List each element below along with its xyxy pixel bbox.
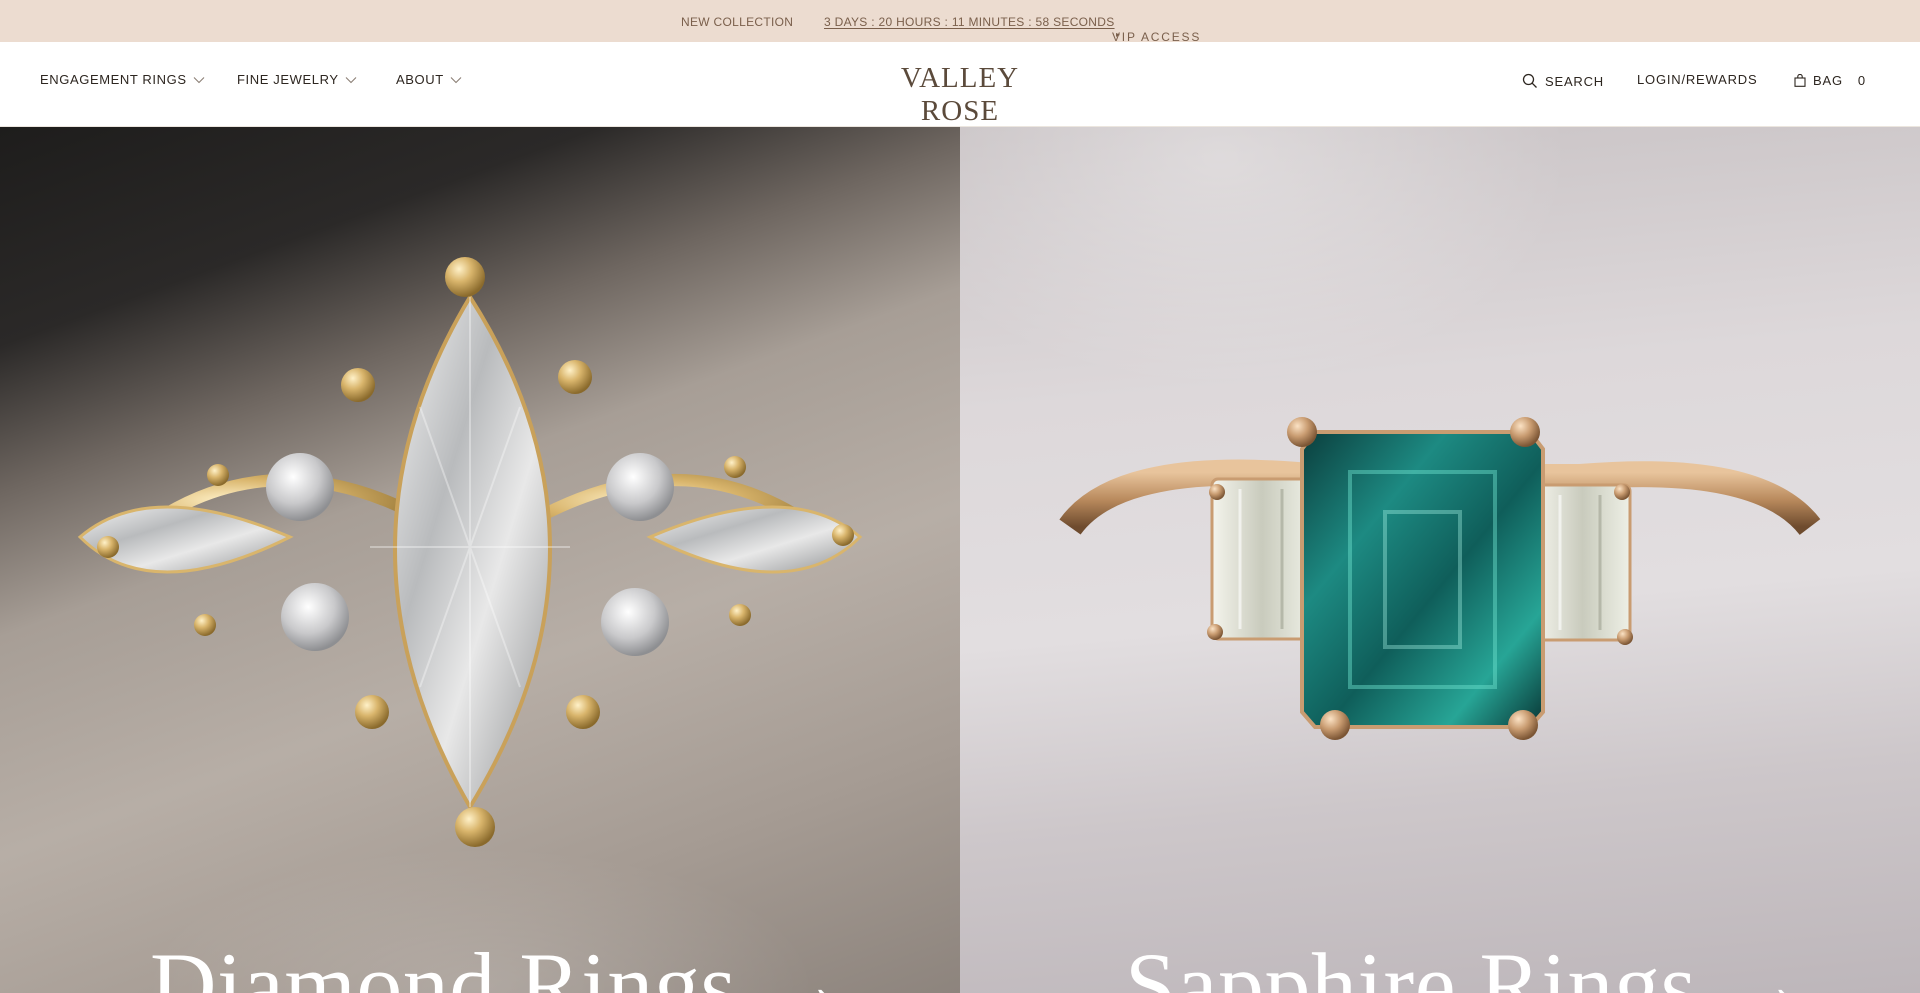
chevron-down-icon [450, 76, 462, 83]
nav-fine-jewelry[interactable]: FINE JEWELRY [237, 72, 357, 87]
diamond-rings-link[interactable]: Diamond Rings → [150, 932, 853, 993]
site-header: ENGAGEMENT RINGS FINE JEWELRY ABOUT VALL… [0, 42, 1920, 127]
sapphire-ring-image [1059, 417, 1821, 740]
nav-engagement-rings-label: ENGAGEMENT RINGS [40, 72, 187, 87]
brand-logo[interactable]: VALLEY ROSE [860, 62, 1060, 128]
shopping-bag-icon [1794, 74, 1806, 87]
diamond-ring-image [77, 257, 863, 847]
sapphire-rings-panel[interactable]: Sapphire Rings → [960, 127, 1920, 993]
nav-fine-jewelry-label: FINE JEWELRY [237, 72, 339, 87]
sapphire-rings-link[interactable]: Sapphire Rings → [1125, 932, 1813, 993]
nav-about-label: ABOUT [396, 72, 444, 87]
nav-engagement-rings[interactable]: ENGAGEMENT RINGS [40, 72, 205, 87]
countdown-link[interactable]: 3 DAYS : 20 HOURS : 11 MINUTES : 58 SECO… [824, 15, 1115, 29]
chevron-down-icon [193, 76, 204, 83]
login-rewards-link[interactable]: LOGIN/REWARDS [1637, 72, 1757, 87]
bag-button[interactable]: BAG 0 [1794, 73, 1866, 88]
search-button[interactable]: SEARCH [1522, 73, 1604, 89]
caret-right-icon: ▸ [1116, 30, 1122, 39]
diamond-rings-panel[interactable]: Diamond Rings → [0, 127, 960, 993]
nav-about[interactable]: ABOUT [396, 72, 462, 87]
announcement-bar: NEW COLLECTION 3 DAYS : 20 HOURS : 11 MI… [0, 0, 1920, 44]
search-icon [1522, 73, 1537, 88]
chevron-down-icon [345, 76, 356, 83]
new-collection-label: NEW COLLECTION [681, 15, 794, 29]
bag-count: 0 [1857, 73, 1866, 88]
bag-label: BAG [1813, 73, 1843, 88]
search-label: SEARCH [1545, 73, 1604, 89]
